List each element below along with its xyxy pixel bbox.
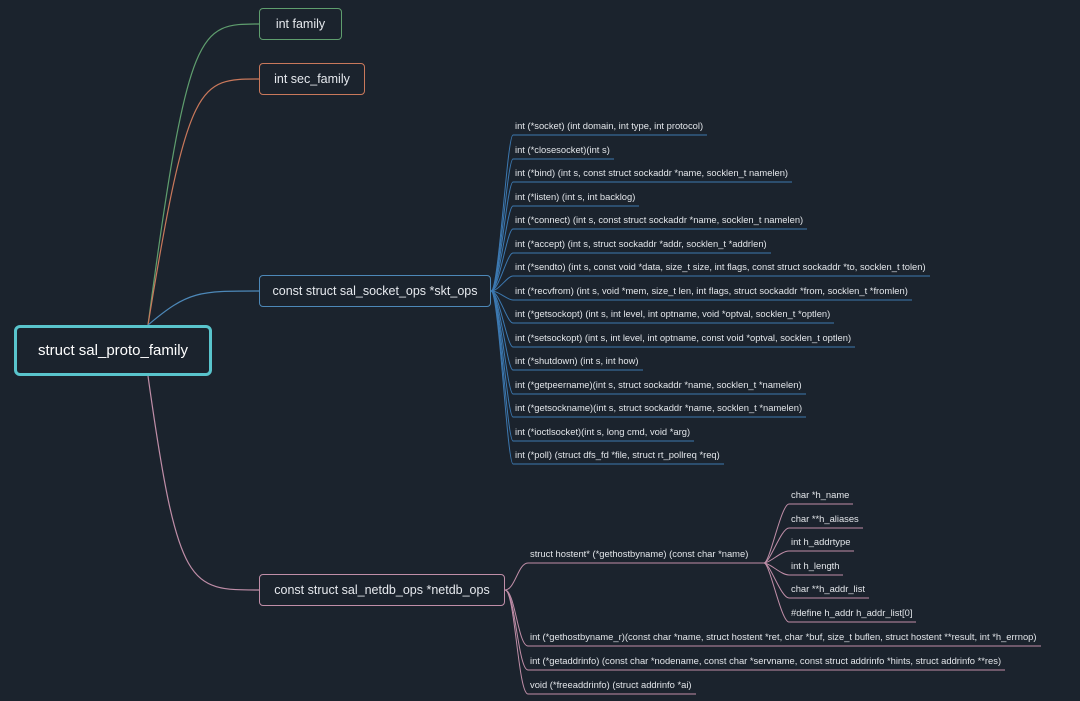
branch-connector [147,375,260,591]
hostent-field-item[interactable]: int h_length [789,559,839,575]
hostent-field-item[interactable]: #define h_addr h_addr_list[0] [789,606,912,622]
netdb-op-item[interactable]: void (*freeaddrinfo) (struct addrinfo *a… [528,678,692,694]
hostent-field-item[interactable]: char **h_aliases [789,512,859,528]
socket-op-item[interactable]: int (*shutdown) (int s, int how) [513,354,639,370]
socket-op-item[interactable]: int (*closesocket)(int s) [513,143,610,159]
socket-op-item[interactable]: int (*getsockname)(int s, struct sockadd… [513,401,802,417]
socket-op-item[interactable]: int (*poll) (struct dfs_fd *file, struct… [513,448,720,464]
socket-op-item[interactable]: int (*listen) (int s, int backlog) [513,190,635,206]
socket-op-item[interactable]: int (*getsockopt) (int s, int level, int… [513,307,830,323]
root-node[interactable]: struct sal_proto_family [14,325,212,376]
skt-ops-node[interactable]: const struct sal_socket_ops *skt_ops [259,275,491,307]
socket-op-item[interactable]: int (*sendto) (int s, const void *data, … [513,260,926,276]
gethostbyname-item[interactable]: struct hostent* (*gethostbyname) (const … [528,547,748,563]
socket-op-item[interactable]: int (*getpeername)(int s, struct sockadd… [513,378,802,394]
socket-op-item[interactable]: int (*setsockopt) (int s, int level, int… [513,331,851,347]
branch-connector [147,290,260,326]
socket-op-item[interactable]: int (*bind) (int s, const struct sockadd… [513,166,788,182]
socket-op-item[interactable]: int (*connect) (int s, const struct sock… [513,213,803,229]
socket-op-item[interactable]: int (*accept) (int s, struct sockaddr *a… [513,237,767,253]
sec-family-node[interactable]: int sec_family [259,63,365,95]
hostent-field-item[interactable]: char *h_name [789,488,849,504]
branch-connector [147,23,260,326]
socket-op-item[interactable]: int (*recvfrom) (int s, void *mem, size_… [513,284,908,300]
netdb-op-item[interactable]: int (*gethostbyname_r)(const char *name,… [528,630,1037,646]
hostent-field-item[interactable]: char **h_addr_list [789,582,865,598]
socket-op-item[interactable]: int (*ioctlsocket)(int s, long cmd, void… [513,425,690,441]
netdb-ops-node[interactable]: const struct sal_netdb_ops *netdb_ops [259,574,505,606]
branch-connector [147,78,260,326]
family-node[interactable]: int family [259,8,342,40]
netdb-op-item[interactable]: int (*getaddrinfo) (const char *nodename… [528,654,1001,670]
leaf-underline [504,562,764,591]
hostent-field-item[interactable]: int h_addrtype [789,535,850,551]
socket-op-item[interactable]: int (*socket) (int domain, int type, int… [513,119,703,135]
